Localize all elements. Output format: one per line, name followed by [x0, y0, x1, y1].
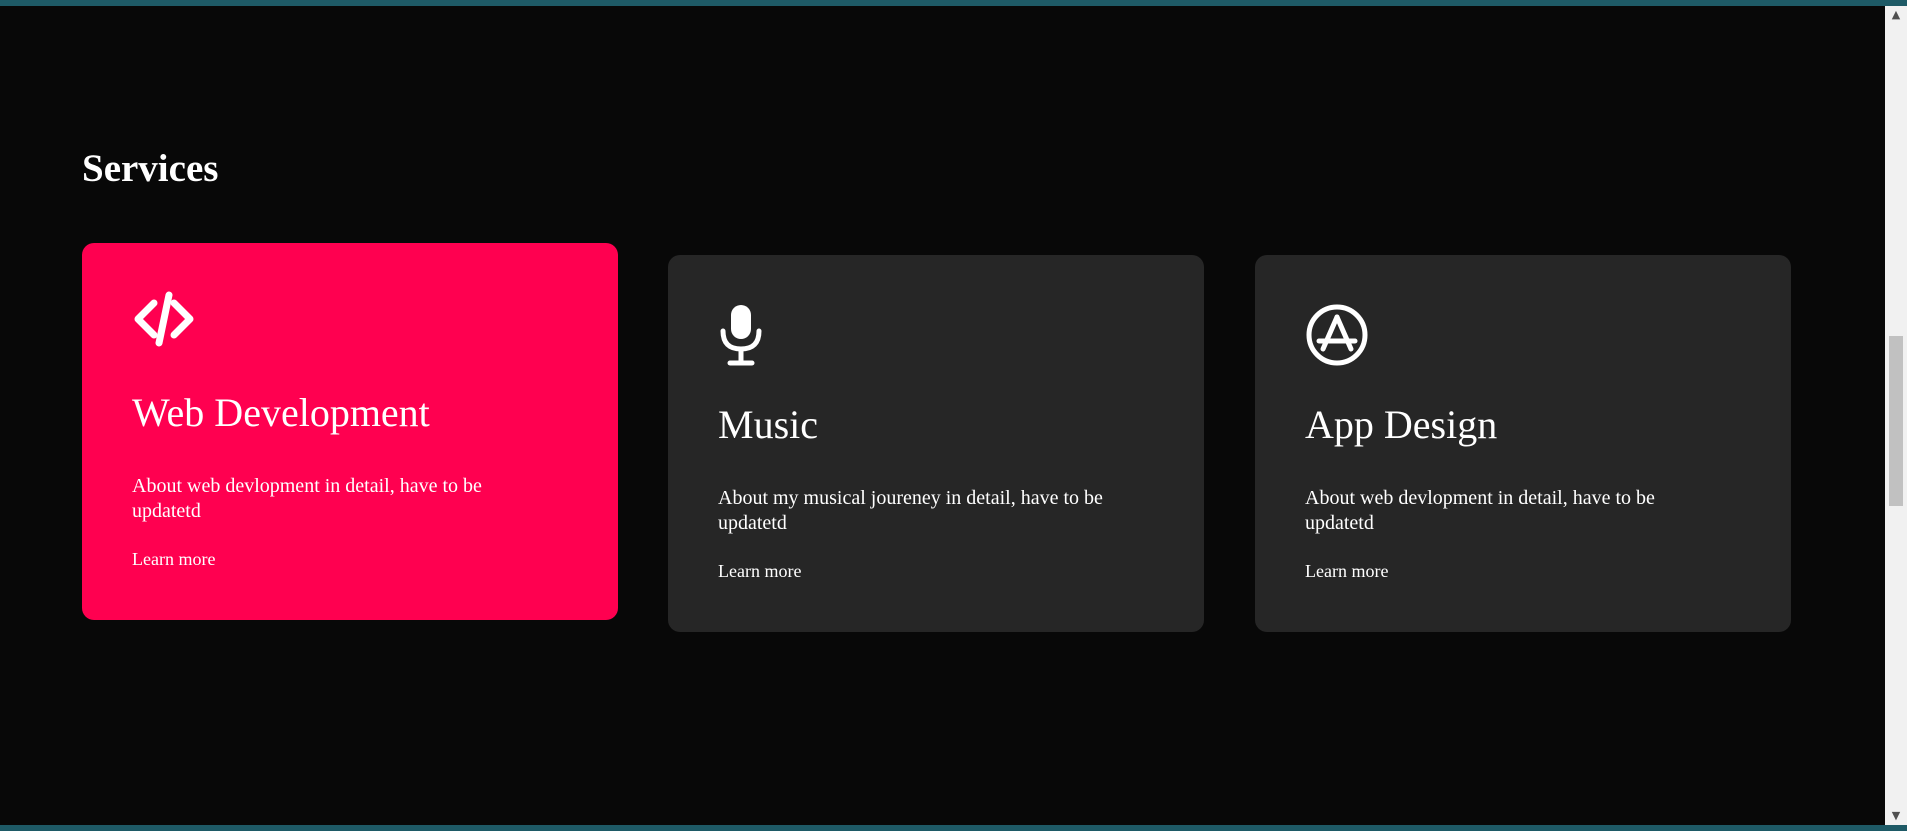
code-icon: [132, 291, 196, 355]
learn-more-link[interactable]: Learn more: [718, 561, 801, 582]
scroll-down-arrow-icon[interactable]: ▼: [1885, 807, 1907, 825]
window-bottom-border: [0, 825, 1907, 831]
section-title: Services: [82, 147, 219, 190]
service-card-app-design[interactable]: App Design About web devlopment in detai…: [1255, 255, 1791, 632]
service-card-music[interactable]: Music About my musical joureney in detai…: [668, 255, 1204, 632]
card-title: Web Development: [132, 390, 430, 435]
scroll-up-arrow-icon[interactable]: ▲: [1885, 6, 1907, 24]
scrollbar-thumb[interactable]: [1889, 336, 1903, 506]
card-title: App Design: [1305, 402, 1498, 447]
app-store-icon: [1305, 303, 1369, 367]
learn-more-link[interactable]: Learn more: [1305, 561, 1388, 582]
card-description: About my musical joureney in detail, hav…: [718, 487, 1103, 534]
card-description: About web devlopment in detail, have to …: [1305, 487, 1655, 534]
vertical-scrollbar[interactable]: ▲ ▼: [1885, 6, 1907, 825]
service-card-web-development[interactable]: Web Development About web devlopment in …: [82, 243, 618, 620]
card-description: About web devlopment in detail, have to …: [132, 475, 482, 522]
learn-more-link[interactable]: Learn more: [132, 549, 215, 570]
card-title: Music: [718, 402, 818, 447]
microphone-icon: [718, 303, 782, 367]
services-section: Services Web Development About web devlo…: [0, 6, 1885, 825]
